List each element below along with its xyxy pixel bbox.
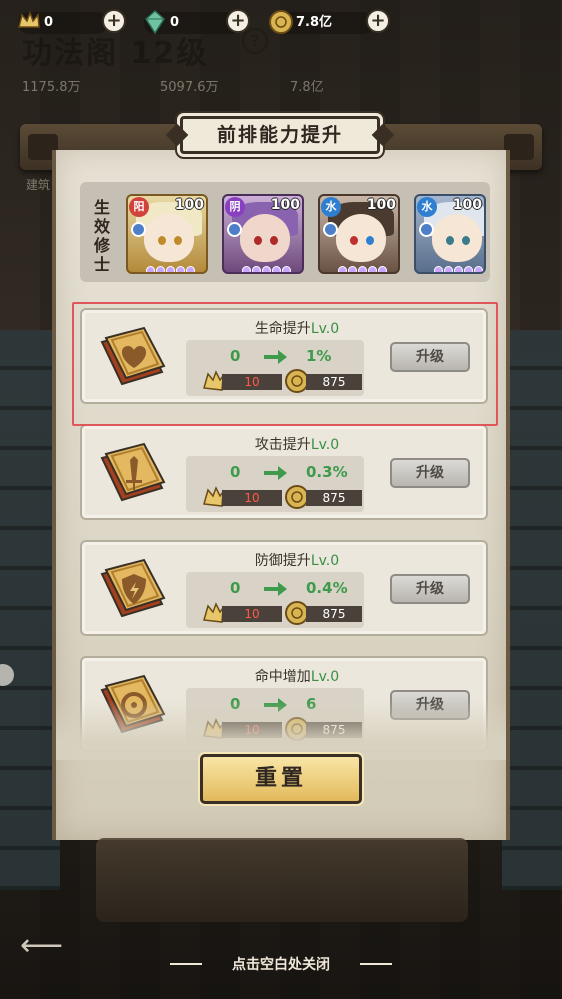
resource-coin-value: 7.8亿 [296,15,333,30]
arrow-right-icon [264,582,287,596]
hero-card-4[interactable]: 水 100 [414,194,486,274]
ability-name: 命中增加 [254,669,311,685]
list-fade-overlay [56,700,506,760]
ability-title: 命中增加Lv.0 [202,666,392,686]
stat-current: 0 [230,463,241,481]
ability-level: Lv.0 [310,553,340,569]
stat-next: 0.4% [306,579,348,597]
hero-eye [174,236,182,245]
ability-title: 攻击提升Lv.0 [202,434,392,454]
hero-eye [158,236,166,245]
hero-level: 100 [270,197,300,213]
resource-coin: 7.8亿 [269,10,374,34]
ability-name: 攻击提升 [254,437,311,453]
rank-gem-icon [323,222,338,237]
hero-level: 100 [366,197,396,213]
element-badge: 阴 [225,197,245,217]
stat-box: 0 0.3% 10 875 [186,456,364,512]
resource-ticket-value: 0 [44,15,54,30]
hero-level: 100 [174,197,204,213]
element-badge: 水 [417,197,437,217]
hero-eye [366,236,374,245]
hero-eye [462,236,470,245]
hero-eye [254,236,262,245]
close-hint[interactable]: 点击空白处关闭 [170,954,392,974]
background-resource-row: 1175.8万 5097.6万 7.8亿 [0,76,562,98]
team-label: 生效修士 [93,198,110,274]
element-badge: 水 [321,197,341,217]
stat-box: 0 0.4% 10 875 [186,572,364,628]
hero-stars [242,260,292,272]
background-building-label: 建筑 [26,178,51,192]
crown-ticket-icon [18,10,40,28]
scroll-cost: 10 [222,606,282,622]
bookshelf-left [0,330,60,890]
ability-title: 防御提升Lv.0 [202,550,392,570]
rank-gem-icon [419,222,434,237]
ability-level: Lv.0 [310,437,340,453]
selected-card-highlight [72,302,498,426]
stat-current: 0 [230,579,241,597]
active-team-row: 生效修士 阳 100 阴 100 水 100 水 100 [80,182,490,282]
gold-coin-icon [269,10,293,34]
hero-stars [338,260,388,272]
ability-card: 攻击提升Lv.0 0 0.3% 10 875 升级 [80,424,488,520]
hero-portrait [432,214,482,262]
stat-next: 0.3% [306,463,348,481]
coin-cost: 875 [306,490,362,506]
hero-portrait [240,214,290,262]
scroll-bottom-rod [96,838,468,922]
hero-portrait [336,214,386,262]
rank-gem-icon [131,222,146,237]
top-resource-bar: 0 + 0 + 7.8亿 + [0,8,562,38]
background-resource-3: 7.8亿 [290,80,324,95]
element-badge: 阳 [129,197,149,217]
reset-button[interactable]: 重置 [200,754,362,804]
hero-stars [434,260,484,272]
resource-ticket: 0 [18,10,108,34]
hero-eye [350,236,358,245]
upgrade-button[interactable]: 升级 [390,458,470,488]
hero-level: 100 [452,197,482,213]
coin-cost: 875 [306,606,362,622]
background-resource-1: 1175.8万 [22,80,81,95]
hero-portrait [144,214,194,262]
scroll-cost: 10 [222,490,282,506]
background-resource-2: 5097.6万 [160,80,219,95]
add-ticket-button[interactable]: + [102,9,126,33]
add-gem-button[interactable]: + [226,9,250,33]
hero-card-2[interactable]: 阴 100 [222,194,304,274]
bookshelf-right [502,330,562,890]
hero-eye [446,236,454,245]
hero-card-1[interactable]: 阳 100 [126,194,208,274]
green-gem-icon [145,9,165,35]
ability-name: 防御提升 [254,553,311,569]
hero-stars [146,260,196,272]
upgrade-button[interactable]: 升级 [390,574,470,604]
panel-title: 前排能力提升 [180,116,380,154]
resource-gem-value: 0 [170,15,180,30]
ability-level: Lv.0 [310,669,340,685]
hero-card-3[interactable]: 水 100 [318,194,400,274]
back-arrow-icon[interactable]: ⟵ [20,928,70,964]
arrow-right-icon [264,466,287,480]
add-coin-button[interactable]: + [366,9,390,33]
hero-eye [270,236,278,245]
rank-gem-icon [227,222,242,237]
ability-card: 防御提升Lv.0 0 0.4% 10 875 升级 [80,540,488,636]
skill-book-icon [100,558,166,618]
skill-book-icon [100,442,166,502]
